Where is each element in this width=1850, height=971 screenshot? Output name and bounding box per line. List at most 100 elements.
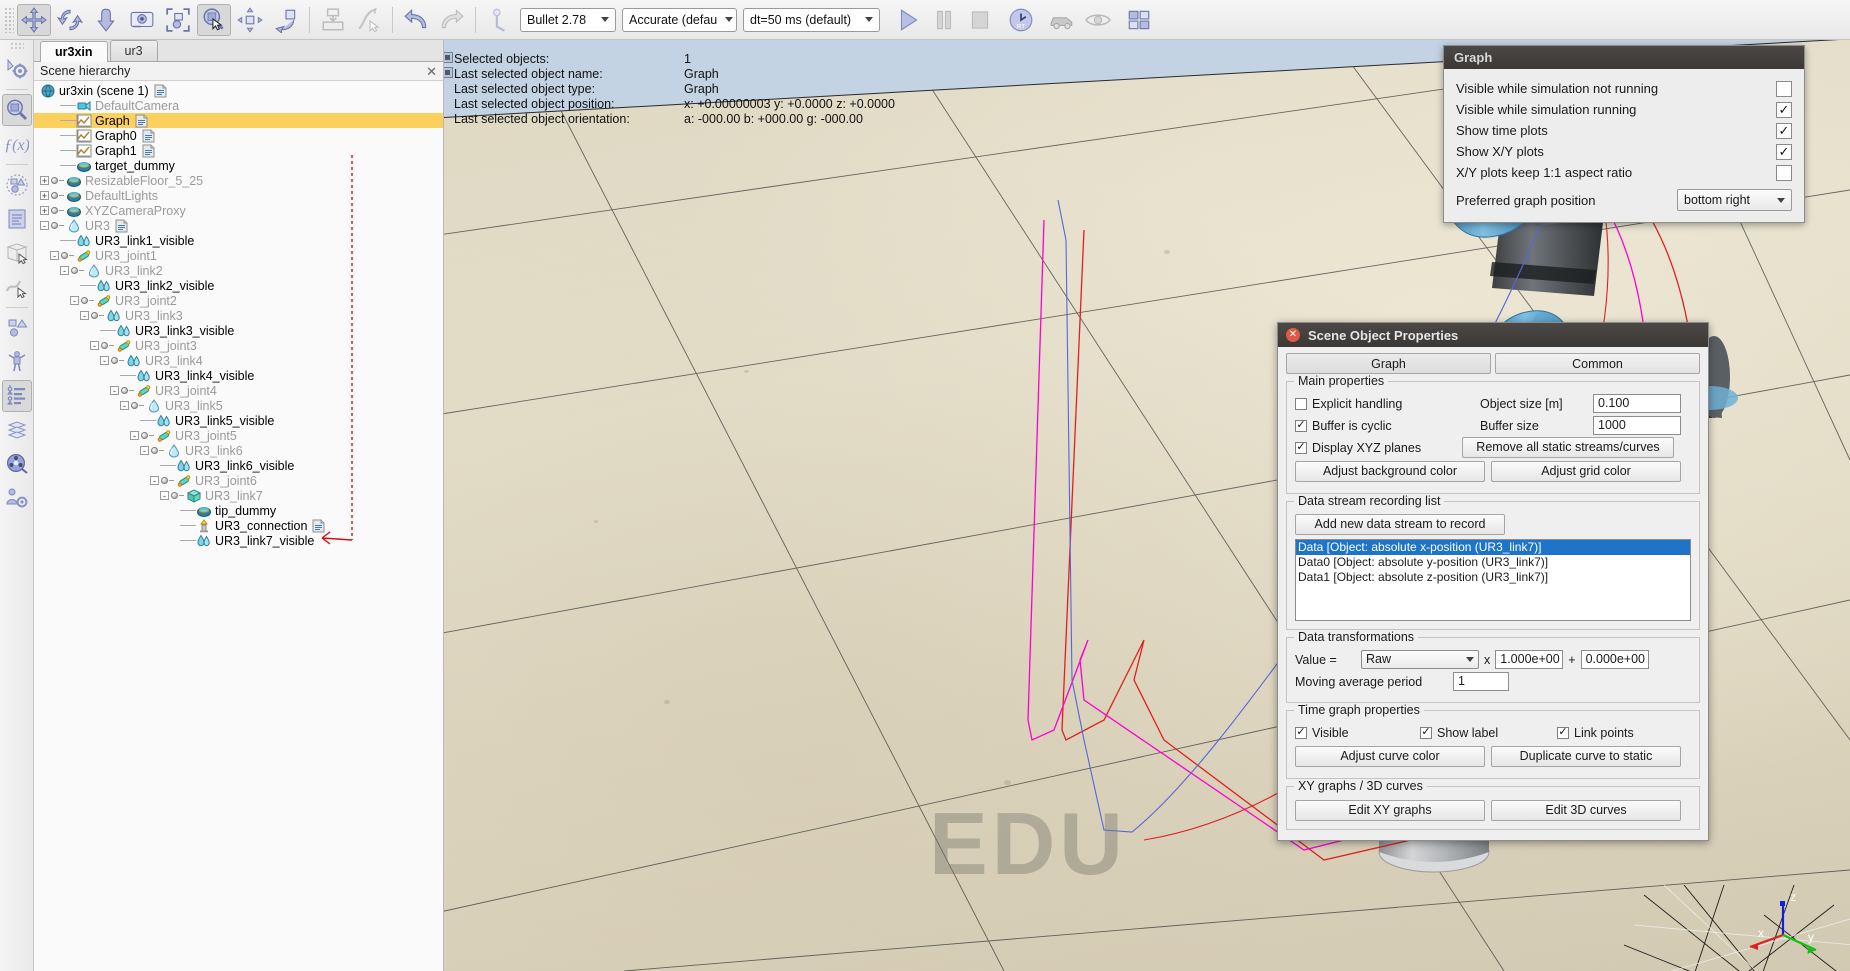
stop-simulation-button[interactable] — [963, 4, 997, 36]
tree-visibility-dot[interactable] — [131, 402, 138, 409]
scene-object-properties-button[interactable] — [1, 94, 32, 126]
scene-hierarchy-tree[interactable]: ur3xin (scene 1) DefaultCamera Graph Graph0… — [34, 81, 443, 971]
tree-item-graph0[interactable]: Graph0 — [34, 128, 443, 143]
close-icon[interactable]: ✕ — [426, 62, 437, 81]
dynamics-icon-button[interactable] — [482, 4, 516, 36]
adjust-grid-color-button[interactable]: Adjust grid color — [1491, 460, 1681, 482]
sop-tab-graph[interactable]: Graph — [1286, 353, 1491, 374]
pause-simulation-button[interactable] — [927, 4, 961, 36]
user-settings-button[interactable] — [2, 482, 32, 514]
tree-item-defaultcamera[interactable]: DefaultCamera — [34, 98, 443, 113]
calculation-modules-button[interactable]: ƒ(x) — [2, 128, 32, 160]
shape-edit-button[interactable] — [2, 237, 32, 269]
tree-expander[interactable]: - — [90, 341, 99, 350]
tree-item-ur3-link5-visible[interactable]: UR3_link5_visible — [34, 413, 443, 428]
tree-item-ur3-joint4[interactable]: - UR3_joint4 — [34, 383, 443, 398]
graph-visible-not-running-row[interactable]: Visible while simulation not running — [1456, 78, 1792, 99]
tree-item-graph1[interactable]: Graph1 — [34, 143, 443, 158]
assemble-icon-button[interactable] — [316, 4, 350, 36]
tree-visibility-dot[interactable] — [121, 387, 128, 394]
tree-item-ur3-link6[interactable]: - UR3_link6 — [34, 443, 443, 458]
sop-tab-common[interactable]: Common — [1495, 353, 1700, 374]
moving-average-field[interactable]: 1 — [1453, 672, 1509, 691]
tree-expander[interactable]: + — [40, 176, 49, 185]
tree-visibility-dot[interactable] — [141, 432, 148, 439]
tree-item-ur3-link5[interactable]: - UR3_link5 — [34, 398, 443, 413]
tree-expander[interactable]: + — [40, 191, 49, 200]
tree-expander[interactable]: - — [120, 401, 129, 410]
buffer-size-field[interactable]: 1000 — [1593, 416, 1681, 435]
time-graph-visible-checkbox[interactable] — [1295, 726, 1307, 739]
data-stream-item-0[interactable]: Data [Object: absolute x-position (UR3_l… — [1296, 540, 1690, 555]
close-icon[interactable]: ✕ — [1286, 328, 1300, 342]
tree-item-ur3-link2[interactable]: - UR3_link2 — [34, 263, 443, 278]
tree-item-defaultlights[interactable]: + DefaultLights — [34, 188, 443, 203]
scripts-button[interactable] — [2, 203, 32, 235]
offset-field[interactable]: 0.000e+00 — [1580, 650, 1649, 669]
tree-expander[interactable]: - — [150, 476, 159, 485]
tree-item-ur3[interactable]: - UR3 — [34, 218, 443, 233]
add-shape-button[interactable] — [2, 312, 32, 344]
tree-expander[interactable]: - — [50, 251, 59, 260]
tree-item-ur3-joint6[interactable]: - UR3_joint6 — [34, 473, 443, 488]
collections-button[interactable] — [2, 169, 32, 201]
model-browser-button[interactable] — [2, 346, 32, 378]
tree-expander[interactable]: - — [70, 296, 79, 305]
path-edit-button[interactable] — [2, 271, 32, 303]
tree-item-ur3-connection[interactable]: UR3_connection — [34, 518, 443, 533]
graph-show-xy-plots-row[interactable]: Show X/Y plots — [1456, 141, 1792, 162]
script-icon[interactable] — [135, 114, 148, 128]
graph-show-xy-plots-checkbox[interactable] — [1776, 143, 1792, 160]
tree-visibility-dot[interactable] — [111, 357, 118, 364]
toolbar-grip[interactable] — [4, 6, 14, 33]
tree-visibility-dot[interactable] — [91, 312, 98, 319]
camera-icon-button[interactable] — [125, 4, 159, 36]
layers-stack-button[interactable] — [2, 414, 32, 446]
script-icon[interactable] — [142, 129, 155, 143]
graph-aspect-ratio-checkbox[interactable] — [1776, 164, 1792, 181]
tree-item-xyzcameraproxy[interactable]: + XYZCameraProxy — [34, 203, 443, 218]
tree-expander[interactable]: - — [40, 221, 49, 230]
tree-expander[interactable]: - — [100, 356, 109, 365]
multiplier-field[interactable]: 1.000e+00 — [1495, 650, 1564, 669]
tree-visibility-dot[interactable] — [151, 447, 158, 454]
disassemble-icon-button[interactable] — [352, 4, 386, 36]
script-settings-button[interactable] — [2, 53, 32, 85]
tree-visibility-dot[interactable] — [81, 297, 88, 304]
display-xyz-checkbox[interactable] — [1295, 441, 1307, 454]
object-size-field[interactable]: 0.100 — [1593, 394, 1681, 413]
script-icon[interactable] — [154, 84, 167, 98]
time-graph-show-label-checkbox[interactable] — [1420, 726, 1432, 739]
script-icon[interactable] — [115, 219, 128, 233]
graph-position-select[interactable]: bottom right — [1677, 189, 1792, 211]
script-icon[interactable] — [142, 144, 155, 158]
value-mode-select[interactable]: Raw — [1361, 650, 1479, 669]
tree-item-ur3-joint3[interactable]: - UR3_joint3 — [34, 338, 443, 353]
tree-item-ur3-link2-visible[interactable]: UR3_link2_visible — [34, 278, 443, 293]
tree-item-ur3-link6-visible[interactable]: UR3_link6_visible — [34, 458, 443, 473]
edit-xy-graphs-button[interactable]: Edit XY graphs — [1295, 799, 1485, 821]
left-toolbar-grip[interactable] — [9, 42, 24, 50]
timestep-select[interactable]: dt=50 ms (default) — [743, 7, 880, 32]
object-shift-icon-button[interactable] — [17, 3, 51, 36]
start-simulation-button[interactable] — [891, 4, 925, 36]
duplicate-curve-button[interactable]: Duplicate curve to static — [1491, 745, 1681, 767]
graph-show-time-plots-checkbox[interactable] — [1776, 122, 1792, 139]
tree-expander[interactable]: - — [80, 311, 89, 320]
tree-item-ur3-joint1[interactable]: - UR3_joint1 — [34, 248, 443, 263]
tree-visibility-dot[interactable] — [61, 252, 68, 259]
tree-visibility-dot[interactable] — [51, 177, 58, 184]
tree-expander[interactable]: - — [60, 266, 69, 275]
layers-button[interactable] — [1122, 4, 1156, 36]
redo-icon-button[interactable] — [435, 4, 469, 36]
graph-visible-running-row[interactable]: Visible while simulation running — [1456, 99, 1792, 120]
tree-visibility-dot[interactable] — [171, 492, 178, 499]
undo-icon-button[interactable] — [399, 4, 433, 36]
tree-item-ur3-link3[interactable]: - UR3_link3 — [34, 308, 443, 323]
tree-visibility-dot[interactable] — [51, 222, 58, 229]
realtime-button[interactable]: RT — [1004, 4, 1038, 36]
tree-expander[interactable]: - — [110, 386, 119, 395]
tree-visibility-dot[interactable] — [51, 192, 58, 199]
select-area-icon-button[interactable] — [161, 4, 195, 36]
data-stream-list[interactable]: Data [Object: absolute x-position (UR3_l… — [1295, 539, 1691, 621]
